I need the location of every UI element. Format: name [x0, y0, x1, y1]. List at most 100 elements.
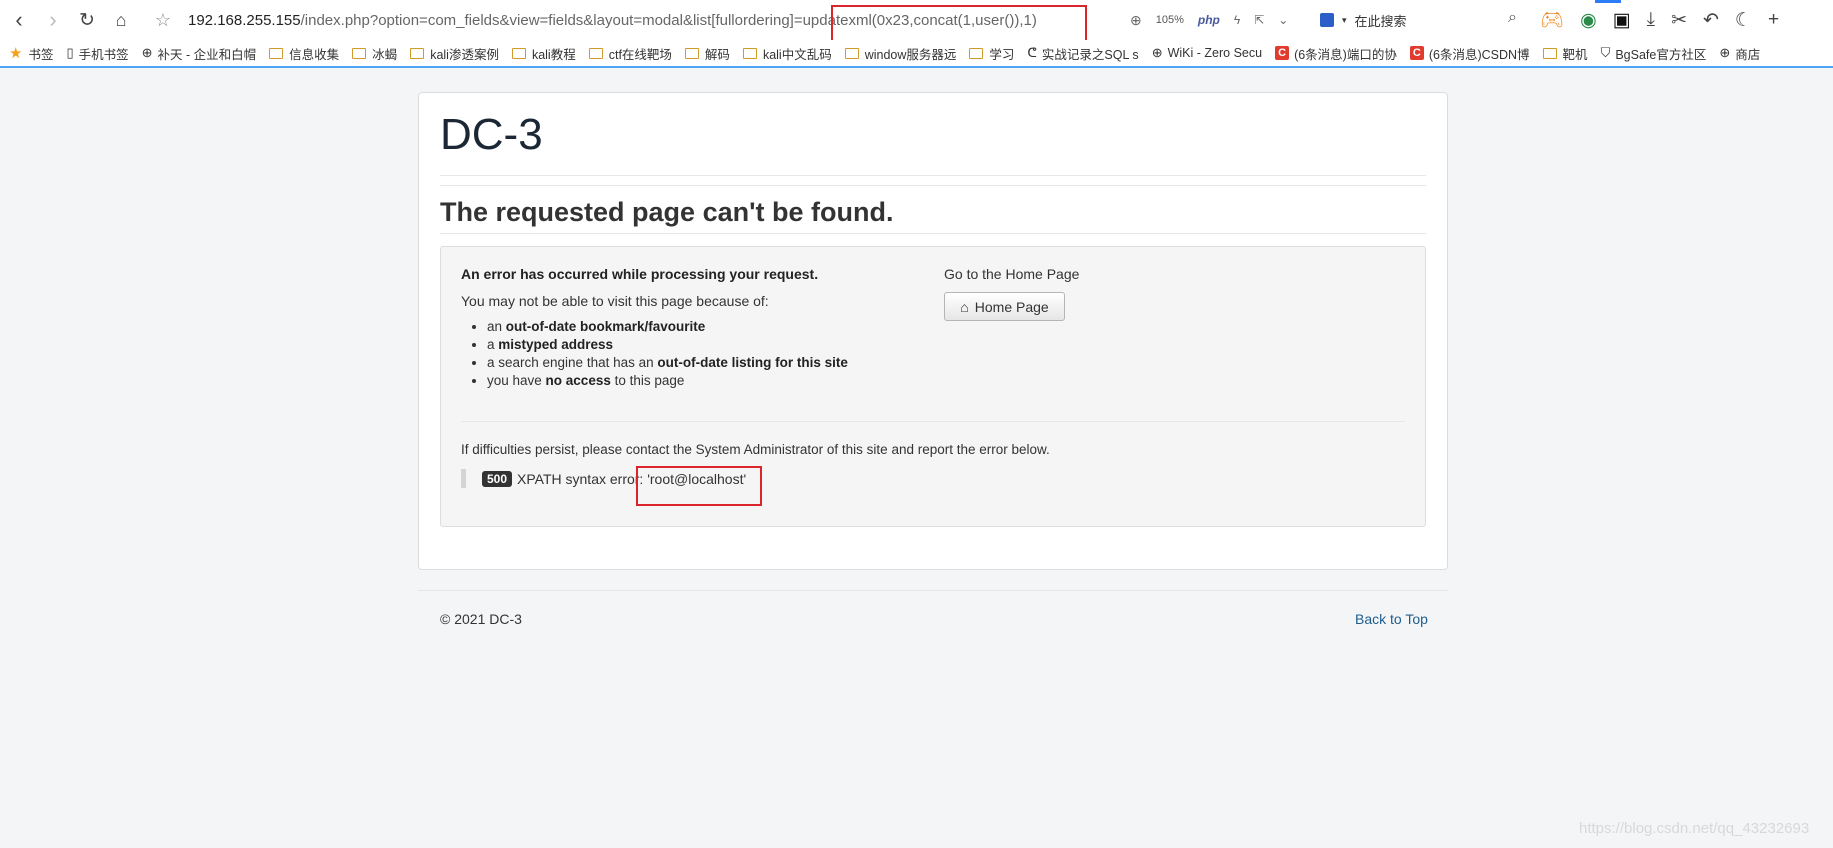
- bookmark-item[interactable]: ▯ 手机书签: [66, 44, 128, 63]
- reason-item: an out-of-date bookmark/favourite: [487, 318, 848, 336]
- zoom-icon[interactable]: ⊕: [1130, 12, 1142, 29]
- reload-icon[interactable]: ↻: [70, 3, 104, 37]
- bookmark-item[interactable]: ctf在线靶场: [588, 44, 672, 63]
- address-bar[interactable]: 192.168.255.155/index.php?option=com_fie…: [188, 4, 1037, 36]
- reason-item: a search engine that has an out-of-date …: [487, 354, 848, 372]
- chevron-down-icon[interactable]: ⌄: [1278, 13, 1288, 27]
- search-icon[interactable]: ⌕: [1508, 9, 1517, 27]
- scissors-icon[interactable]: ✂: [1671, 9, 1687, 32]
- active-extension-indicator: [1595, 0, 1621, 3]
- error-intro: You may not be able to visit this page b…: [461, 293, 769, 309]
- divider: [461, 421, 1405, 422]
- csdn-icon: C: [1409, 46, 1424, 60]
- bookmark-label: (6条消息)端口的协: [1294, 47, 1397, 62]
- forward-arrow-icon[interactable]: ›: [36, 3, 70, 37]
- folder-icon: [352, 47, 367, 59]
- bookmark-label: WiKi - Zero Secu: [1167, 46, 1263, 60]
- bookmark-label: 冰蝎: [372, 47, 398, 62]
- search-engine-dropdown-icon[interactable]: ▾: [1342, 15, 1347, 26]
- home-page-button[interactable]: ⌂ Home Page: [944, 292, 1065, 321]
- translate-icon[interactable]: ◉: [1580, 9, 1597, 32]
- csdn-icon: C: [1275, 46, 1290, 60]
- persist-message: If difficulties persist, please contact …: [461, 442, 1050, 457]
- bookmarks-bar: ★ 书签 ▯ 手机书签 ⊕ 补天 - 企业和白帽 信息收集 冰蝎 kali渗透案例 kali教程 c…: [0, 40, 1833, 68]
- divider: [440, 233, 1426, 234]
- bookmark-item[interactable]: ⛉ BgSafe官方社区: [1601, 44, 1707, 63]
- bookmark-label: 书签: [28, 47, 54, 62]
- bookmark-item[interactable]: C (6条消息)CSDN博: [1409, 44, 1530, 63]
- reason-emphasis: out-of-date listing for this site: [657, 355, 848, 370]
- reason-prefix: a search engine that has an: [487, 355, 658, 370]
- search-box[interactable]: ▾ 在此搜索: [1320, 0, 1407, 40]
- bookmark-label: kali中文乱码: [762, 47, 832, 62]
- bookmark-item[interactable]: ⊕ 商店: [1719, 44, 1760, 63]
- bookmark-item[interactable]: 信息收集: [269, 44, 339, 63]
- share-icon[interactable]: ⇱: [1254, 13, 1264, 27]
- home-icon[interactable]: ⌂: [104, 3, 138, 37]
- home-label: Go to the Home Page: [944, 266, 1080, 282]
- bookmark-item[interactable]: ⊕ 补天 - 企业和白帽: [142, 44, 257, 63]
- globe-icon: ⊕: [1151, 45, 1163, 60]
- reason-item: a mistyped address: [487, 336, 848, 354]
- reason-prefix: you have: [487, 373, 546, 388]
- site-title[interactable]: DC-3: [440, 110, 543, 160]
- reason-prefix: a: [487, 337, 499, 352]
- bookmark-star-icon[interactable]: ☆: [146, 3, 180, 37]
- menu-plus-icon[interactable]: +: [1768, 9, 1779, 31]
- home-page-button-label: Home Page: [974, 298, 1049, 315]
- error-line: 500 XPATH syntax error: 'root@localhost': [461, 469, 746, 488]
- folder-icon: [588, 47, 603, 59]
- search-input[interactable]: 在此搜索: [1355, 11, 1407, 30]
- watermark: https://blog.csdn.net/qq_43232693: [1579, 820, 1810, 837]
- back-arrow-icon[interactable]: ‹: [2, 3, 36, 37]
- zoom-level[interactable]: 105%: [1156, 14, 1184, 26]
- bookmark-label: BgSafe官方社区: [1615, 47, 1707, 62]
- bookmark-label: 学习: [989, 47, 1015, 62]
- globe-icon: ⊕: [1719, 45, 1731, 60]
- reason-prefix: an: [487, 319, 506, 334]
- divider: [440, 185, 1426, 186]
- extension-icon[interactable]: ▣: [1613, 9, 1631, 32]
- bookmark-item[interactable]: 学习: [969, 44, 1014, 63]
- download-icon[interactable]: ⤓: [1647, 9, 1655, 31]
- bookmark-item[interactable]: kali渗透案例: [410, 44, 499, 63]
- divider: [418, 590, 1448, 591]
- folder-icon: [410, 47, 425, 59]
- bookmark-item[interactable]: kali中文乱码: [742, 44, 832, 63]
- bookmark-item[interactable]: ⊕ WiKi - Zero Secu: [1152, 45, 1262, 61]
- folder-icon: [1542, 47, 1557, 59]
- divider: [440, 175, 1426, 176]
- gamepad-icon[interactable]: 🎮︎: [1540, 8, 1564, 32]
- bookmark-item[interactable]: ᕦ 实战记录之SQL s: [1027, 44, 1138, 63]
- bookmark-label: kali渗透案例: [430, 47, 499, 62]
- url-host: 192.168.255.155: [188, 11, 301, 29]
- bookmark-label: 实战记录之SQL s: [1041, 47, 1139, 62]
- undo-icon[interactable]: ↶: [1703, 9, 1719, 32]
- folder-icon: [511, 47, 526, 59]
- bookmark-label: 信息收集: [289, 47, 340, 62]
- lightning-icon[interactable]: ϟ: [1234, 13, 1240, 27]
- bookmark-item[interactable]: C (6条消息)端口的协: [1275, 44, 1397, 63]
- night-mode-icon[interactable]: ☾: [1735, 9, 1752, 32]
- back-to-top-link[interactable]: Back to Top: [1355, 611, 1428, 627]
- bookmark-label: 靶机: [1562, 47, 1588, 62]
- globe-icon: ⊕: [141, 45, 153, 60]
- bookmark-label: (6条消息)CSDN博: [1428, 47, 1530, 62]
- bookmark-label: 手机书签: [78, 47, 129, 62]
- bookmark-item[interactable]: ★ 书签: [9, 44, 53, 63]
- error-message: XPATH syntax error: 'root@localhost': [517, 470, 747, 487]
- bookmark-item[interactable]: 解码: [684, 44, 730, 63]
- folder-icon: [969, 47, 984, 59]
- bookmark-label: 补天 - 企业和白帽: [157, 47, 257, 62]
- url-path: /index.php?option=com_fields&view=fields…: [300, 11, 1037, 29]
- php-extension-icon[interactable]: php: [1198, 13, 1220, 27]
- reason-item: you have no access to this page: [487, 372, 848, 390]
- bookmark-item[interactable]: 冰蝎: [352, 44, 397, 63]
- bookmark-item[interactable]: window服务器远: [844, 44, 956, 63]
- bookmark-item[interactable]: kali教程: [511, 44, 576, 63]
- bookmark-item[interactable]: 靶机: [1542, 44, 1588, 63]
- search-engine-icon[interactable]: [1320, 13, 1334, 27]
- reason-emphasis: mistyped address: [498, 337, 614, 352]
- browser-toolbar: ‹ › ↻ ⌂ ☆ 192.168.255.155/index.php?opti…: [0, 0, 1833, 42]
- phone-icon: ▯: [66, 45, 74, 60]
